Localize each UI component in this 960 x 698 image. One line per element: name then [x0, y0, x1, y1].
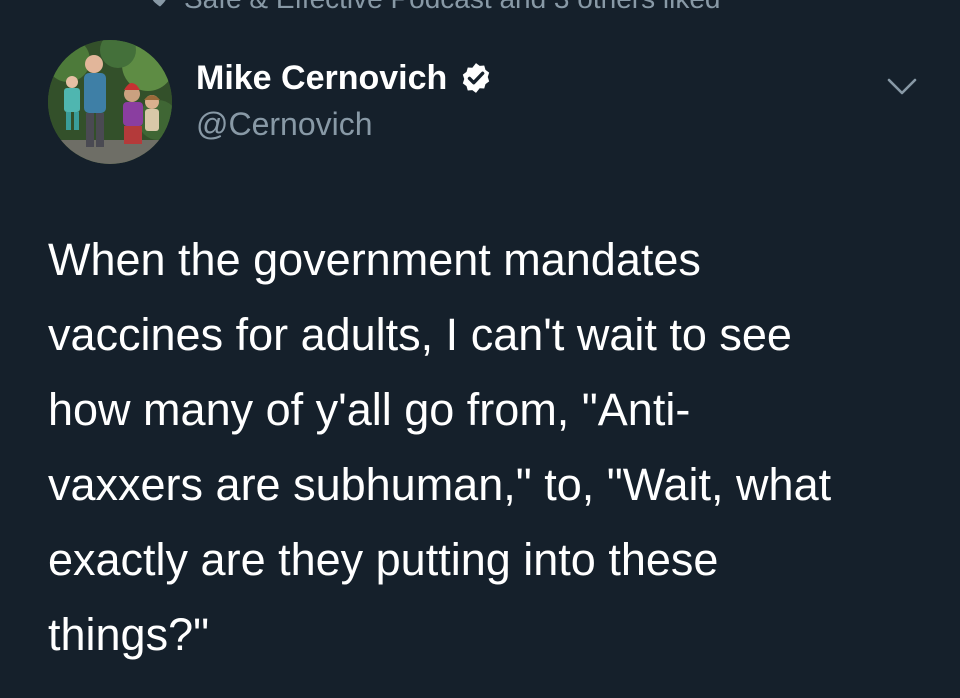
display-name[interactable]: Mike Cernovich	[196, 59, 447, 98]
display-name-row: Mike Cernovich	[196, 56, 493, 100]
tweet-header: Mike Cernovich @Cernovich	[48, 40, 918, 170]
heart-icon	[152, 0, 166, 7]
social-context[interactable]: Safe & Effective Podcast and 3 others li…	[150, 0, 720, 14]
family-photo-avatar	[48, 40, 172, 164]
author-names: Mike Cernovich @Cernovich	[196, 56, 493, 143]
tweet-text: When the government mandates vaccines fo…	[48, 234, 832, 660]
tweet-screen: Safe & Effective Podcast and 3 others li…	[0, 0, 960, 698]
chevron-down-icon[interactable]	[886, 76, 918, 98]
avatar[interactable]	[48, 40, 172, 164]
author-handle[interactable]: @Cernovich	[196, 106, 493, 143]
social-context-text: Safe & Effective Podcast and 3 others li…	[184, 0, 720, 15]
verified-badge-icon	[463, 63, 490, 93]
